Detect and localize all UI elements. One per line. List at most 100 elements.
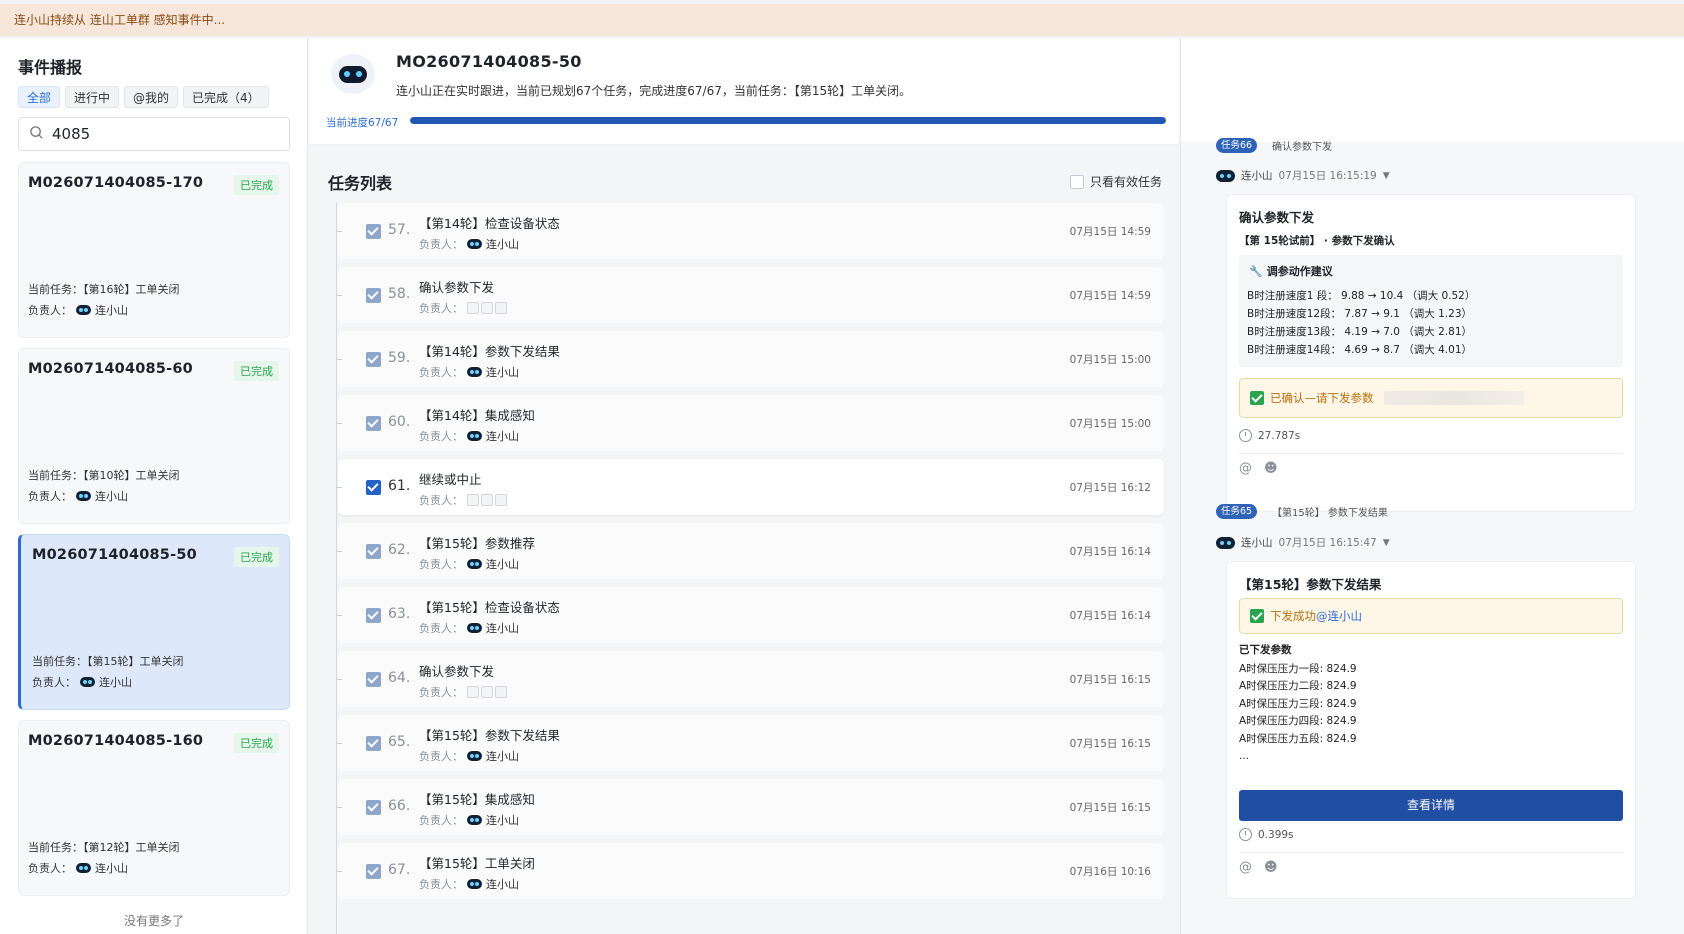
task-row[interactable]: 59. 【第14轮】参数下发结果 负责人： 连小山 07月15日 15:00 bbox=[336, 331, 1164, 387]
task-row[interactable]: 57. 【第14轮】检查设备状态 负责人： 连小山 07月15日 14:59 bbox=[336, 203, 1164, 259]
task-row[interactable]: 63. 【第15轮】检查设备状态 负责人： 连小山 07月15日 16:14 bbox=[336, 587, 1164, 643]
robot-avatar-icon bbox=[467, 815, 482, 825]
task-owner: 负责人： 连小山 bbox=[419, 620, 519, 636]
task-row[interactable]: 66. 【第15轮】集成感知 负责人： 连小山 07月15日 16:15 bbox=[336, 779, 1164, 835]
event-card[interactable]: M026071404085-160 已完成 当前任务：【第12轮】工单关闭 负责… bbox=[18, 720, 290, 896]
task-row[interactable]: 65. 【第15轮】参数下发结果 负责人： 连小山 07月15日 16:15 bbox=[336, 715, 1164, 771]
event-card[interactable]: M026071404085-60 已完成 当前任务：【第10轮】工单关闭 负责人… bbox=[18, 348, 290, 524]
param-line: A时保压压力四段: 824.9 bbox=[1239, 715, 1357, 727]
assign-user-icon[interactable]: ☻ bbox=[1264, 461, 1278, 476]
task-name: 【第15轮】检查设备状态 bbox=[419, 600, 560, 615]
param-line: A时保压压力一段: 824.9 bbox=[1239, 662, 1357, 675]
task-time: 07月15日 14:59 bbox=[1069, 290, 1151, 302]
params-title: 已下发参数 bbox=[1239, 644, 1292, 656]
owner-label: 负责人： bbox=[28, 490, 72, 503]
task-owner-name: 连小山 bbox=[486, 558, 519, 571]
task-time: 07月15日 15:00 bbox=[1069, 354, 1151, 366]
only-valid-toggle[interactable]: 只看有效任务 bbox=[1069, 173, 1162, 190]
status-banner: 连小山持续从 连山工单群 感知事件中... bbox=[0, 4, 1684, 36]
owner-label: 负责人： bbox=[419, 238, 463, 251]
filter-in-progress[interactable]: 进行中 bbox=[65, 86, 120, 108]
task-number: 63. bbox=[388, 606, 411, 622]
task-row[interactable]: 62. 【第15轮】参数推荐 负责人： 连小山 07月15日 16:14 bbox=[336, 523, 1164, 579]
message-panel: 任务66 确认参数下发 连小山 07月15日 16:15:19 ▼ 确认参数下发… bbox=[1180, 38, 1684, 934]
chevron-down-icon[interactable]: ▼ bbox=[1383, 538, 1390, 548]
event-id: M026071404085-160 bbox=[28, 733, 204, 749]
task-owner-name: 连小山 bbox=[486, 430, 519, 443]
task-owner: 负责人： 连小山 bbox=[419, 812, 519, 828]
task-owner-name: 连小山 bbox=[486, 750, 519, 763]
task-chip[interactable]: 任务65 bbox=[1216, 504, 1258, 519]
filter-mine[interactable]: @我的 bbox=[124, 86, 179, 108]
current-task: 当前任务：【第10轮】工单关闭 bbox=[28, 469, 180, 482]
task-checkbox[interactable] bbox=[366, 864, 381, 879]
wrench-icon: 🔧 bbox=[1249, 264, 1263, 278]
success-notice: 下发成功 @连小山 bbox=[1239, 598, 1623, 634]
search-input[interactable] bbox=[52, 125, 272, 143]
owner-label: 负责人： bbox=[419, 302, 463, 315]
task-row[interactable]: 61. 继续或中止 负责人： 07月15日 16:12 bbox=[336, 459, 1164, 515]
task-number: 60. bbox=[388, 414, 411, 430]
owner-row: 负责人： 连小山 bbox=[28, 488, 128, 504]
task-list-panel: 任务列表 只看有效任务 57. 【第14轮】检查设备状态 负责人： 连小山 07月15日… bbox=[309, 146, 1179, 934]
task-checkbox[interactable] bbox=[366, 480, 381, 495]
task-checkbox[interactable] bbox=[366, 672, 381, 687]
robot-avatar-icon bbox=[467, 239, 482, 249]
owner-placeholder bbox=[467, 686, 507, 698]
card-title: 确认参数下发 bbox=[1239, 210, 1315, 225]
confirm-notice: 已确认—请下发参数 bbox=[1239, 378, 1623, 418]
task-checkbox[interactable] bbox=[366, 416, 381, 431]
event-card-selected[interactable]: M026071404085-50 已完成 当前任务：【第15轮】工单关闭 负责人… bbox=[18, 534, 290, 710]
owner-name: 连小山 bbox=[95, 490, 128, 503]
task-checkbox[interactable] bbox=[366, 352, 381, 367]
task-checkbox[interactable] bbox=[366, 736, 381, 751]
chevron-down-icon[interactable]: ▼ bbox=[1383, 171, 1390, 181]
timeline-tick bbox=[336, 551, 342, 552]
task-list: 57. 【第14轮】检查设备状态 负责人： 连小山 07月15日 14:59 58. 确认参… bbox=[336, 203, 1164, 907]
adjustment-line: B时注册速度1 段： 9.88 → 10.4 （调大 0.52） bbox=[1247, 290, 1476, 302]
progress-bar bbox=[410, 117, 1166, 124]
event-card[interactable]: M026071404085-170 已完成 当前任务：【第16轮】工单关闭 负责… bbox=[18, 162, 290, 338]
task-chip-label: 【第15轮】 参数下发结果 bbox=[1272, 508, 1388, 519]
task-row[interactable]: 60. 【第14轮】集成感知 负责人： 连小山 07月15日 15:00 bbox=[336, 395, 1164, 451]
task-time: 07月16日 10:16 bbox=[1069, 866, 1151, 878]
mention-icon[interactable]: @ bbox=[1239, 860, 1252, 875]
task-number: 67. bbox=[388, 862, 411, 878]
task-number: 58. bbox=[388, 286, 411, 302]
task-row[interactable]: 58. 确认参数下发 负责人： 07月15日 14:59 bbox=[336, 267, 1164, 323]
task-row[interactable]: 64. 确认参数下发 负责人： 07月15日 16:15 bbox=[336, 651, 1164, 707]
task-name: 确认参数下发 bbox=[419, 280, 495, 295]
task-checkbox[interactable] bbox=[366, 608, 381, 623]
mention-icon[interactable]: @ bbox=[1239, 461, 1252, 476]
param-line: A时保压压力五段: 824.9 bbox=[1239, 732, 1357, 745]
task-row[interactable]: 67. 【第15轮】工单关闭 负责人： 连小山 07月16日 10:16 bbox=[336, 843, 1164, 899]
owner-name: 连小山 bbox=[95, 862, 128, 875]
task-chip[interactable]: 任务66 bbox=[1216, 138, 1258, 153]
message-header: 连小山 07月15日 16:15:47 ▼ bbox=[1216, 535, 1390, 550]
task-checkbox[interactable] bbox=[366, 288, 381, 303]
view-details-button[interactable]: 查看详情 bbox=[1239, 790, 1623, 821]
assign-user-icon[interactable]: ☻ bbox=[1264, 860, 1278, 875]
robot-avatar-icon bbox=[467, 879, 482, 889]
search-box[interactable] bbox=[18, 117, 290, 151]
filter-completed[interactable]: 已完成（4） bbox=[183, 86, 269, 108]
task-checkbox[interactable] bbox=[366, 800, 381, 815]
message-card: 【第15轮】参数下发结果 下发成功 @连小山 已下发参数 A时保压压力一段: 82… bbox=[1226, 561, 1636, 899]
task-owner: 负责人： 连小山 bbox=[419, 748, 519, 764]
no-more-text: 没有更多了 bbox=[123, 914, 184, 928]
only-valid-checkbox[interactable] bbox=[1069, 174, 1084, 189]
task-name: 【第15轮】工单关闭 bbox=[419, 856, 535, 871]
owner-row: 负责人： 连小山 bbox=[28, 860, 128, 876]
message-author: 连小山 bbox=[1241, 170, 1273, 182]
timeline-tick bbox=[336, 679, 342, 680]
task-checkbox[interactable] bbox=[366, 544, 381, 559]
work-order-id: MO26071404085-50 bbox=[396, 52, 582, 71]
task-checkbox[interactable] bbox=[366, 224, 381, 239]
task-owner: 负责人： bbox=[419, 492, 507, 508]
mention-link[interactable]: @连小山 bbox=[1316, 608, 1362, 624]
duration: 27.787s bbox=[1239, 429, 1300, 442]
task-owner-name: 连小山 bbox=[486, 366, 519, 379]
owner-label: 负责人： bbox=[419, 494, 463, 507]
filter-all[interactable]: 全部 bbox=[18, 86, 61, 108]
event-list: M026071404085-170 已完成 当前任务：【第16轮】工单关闭 负责… bbox=[18, 162, 290, 906]
